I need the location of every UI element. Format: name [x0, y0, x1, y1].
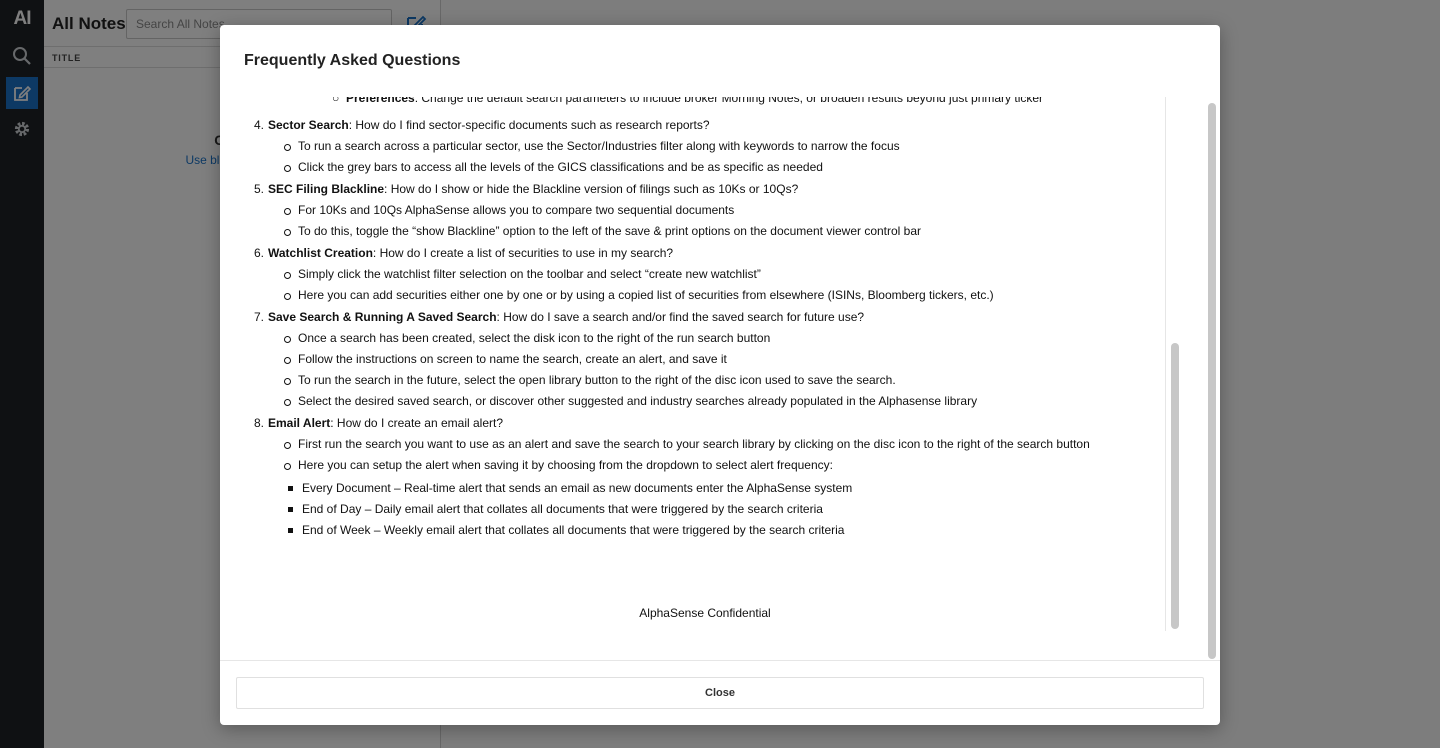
- faq-question: 7. Save Search & Running A Saved Search: …: [254, 306, 1165, 328]
- close-button[interactable]: Close: [236, 677, 1204, 709]
- faq-label: Email Alert: [268, 416, 331, 430]
- faq-label: Sector Search: [268, 118, 349, 132]
- document-scrollbar[interactable]: [1169, 97, 1181, 631]
- modal-title: Frequently Asked Questions: [244, 52, 461, 69]
- faq-sub-item: To do this, toggle the “show Blackline” …: [284, 221, 1165, 242]
- faq-question: 5. SEC Filing Blackline: How do I show or…: [254, 178, 1165, 200]
- faq-sub-list: For 10Ks and 10Qs AlphaSense allows you …: [284, 200, 1165, 242]
- document-scrollbar-thumb[interactable]: [1171, 343, 1179, 629]
- alert-frequency-list: Every Document – Real-time alert that se…: [288, 478, 1165, 541]
- faq-sub-list: Simply click the watchlist filter select…: [284, 264, 1165, 306]
- faq-sub-item: To run the search in the future, select …: [284, 370, 1165, 391]
- bullet-marker: ○: [332, 97, 340, 105]
- faq-label: SEC Filing Blackline: [268, 182, 385, 196]
- faq-number: 5.: [254, 182, 265, 196]
- faq-sub-list: Once a search has been created, select t…: [284, 328, 1165, 412]
- faq-number: 4.: [254, 118, 265, 132]
- faq-number: 8.: [254, 416, 265, 430]
- faq-sub-item: Simply click the watchlist filter select…: [284, 264, 1165, 285]
- faq-document-viewer[interactable]: ○ Preferences: Change the default search…: [220, 97, 1200, 655]
- faq-question: 4. Sector Search: How do I find sector-sp…: [254, 114, 1165, 136]
- faq-ordered-list: 4. Sector Search: How do I find sector-sp…: [254, 114, 1165, 541]
- alert-frequency-item: End of Day – Daily email alert that coll…: [288, 499, 1165, 520]
- faq-label: Save Search & Running A Saved Search: [268, 310, 497, 324]
- faq-question-text: : How do I create an email alert?: [330, 416, 504, 430]
- faq-document: ○ Preferences: Change the default search…: [220, 97, 1166, 631]
- faq-sub-item: Here you can add securities either one b…: [284, 285, 1165, 306]
- partial-bullet-preferences: ○ Preferences: Change the default search…: [332, 97, 1044, 105]
- faq-item: 7. Save Search & Running A Saved Search: …: [254, 306, 1165, 412]
- faq-question-text: : How do I find sector-specific document…: [348, 118, 710, 132]
- faq-question-text: : How do I save a search and/or find the…: [496, 310, 865, 324]
- faq-label: Watchlist Creation: [268, 246, 373, 260]
- modal-scrollbar-thumb[interactable]: [1208, 103, 1216, 659]
- faq-sub-label: Preferences: [346, 97, 415, 105]
- faq-sub-item: Follow the instructions on screen to nam…: [284, 349, 1165, 370]
- faq-sub-item: First run the search you want to use as …: [284, 434, 1165, 455]
- faq-number: 6.: [254, 246, 265, 260]
- faq-sub-item: Select the desired saved search, or disc…: [284, 391, 1165, 412]
- alert-frequency-item: End of Week – Weekly email alert that co…: [288, 520, 1165, 541]
- faq-question-text: : How do I show or hide the Blackline ve…: [384, 182, 799, 196]
- faq-question: 8. Email Alert: How do I create an email …: [254, 412, 1165, 434]
- faq-item: 6. Watchlist Creation: How do I create a …: [254, 242, 1165, 306]
- faq-sub-item: Click the grey bars to access all the le…: [284, 157, 1165, 178]
- faq-sub-item: Once a search has been created, select t…: [284, 328, 1165, 349]
- faq-sub-item: For 10Ks and 10Qs AlphaSense allows you …: [284, 200, 1165, 221]
- confidential-footer: AlphaSense Confidential: [639, 606, 771, 620]
- faq-sub-item: To run a search across a particular sect…: [284, 136, 1165, 157]
- faq-sub-item: Here you can setup the alert when saving…: [284, 455, 1165, 476]
- faq-sub-list: To run a search across a particular sect…: [284, 136, 1165, 178]
- alert-frequency-item: Every Document – Real-time alert that se…: [288, 478, 1165, 499]
- faq-number: 7.: [254, 310, 265, 324]
- faq-question-text: : How do I create a list of securities t…: [372, 246, 674, 260]
- faq-item: 5. SEC Filing Blackline: How do I show or…: [254, 178, 1165, 242]
- modal-footer: Close: [220, 660, 1220, 725]
- faq-item: 8. Email Alert: How do I create an email …: [254, 412, 1165, 541]
- faq-sub-text: : Change the default search parameters t…: [414, 97, 1044, 105]
- faq-modal: Frequently Asked Questions ○ Preferences…: [220, 25, 1220, 725]
- faq-question: 6. Watchlist Creation: How do I create a …: [254, 242, 1165, 264]
- faq-item: 4. Sector Search: How do I find sector-sp…: [254, 114, 1165, 178]
- faq-sub-list: First run the search you want to use as …: [284, 434, 1165, 476]
- modal-scrollbar[interactable]: [1206, 103, 1218, 659]
